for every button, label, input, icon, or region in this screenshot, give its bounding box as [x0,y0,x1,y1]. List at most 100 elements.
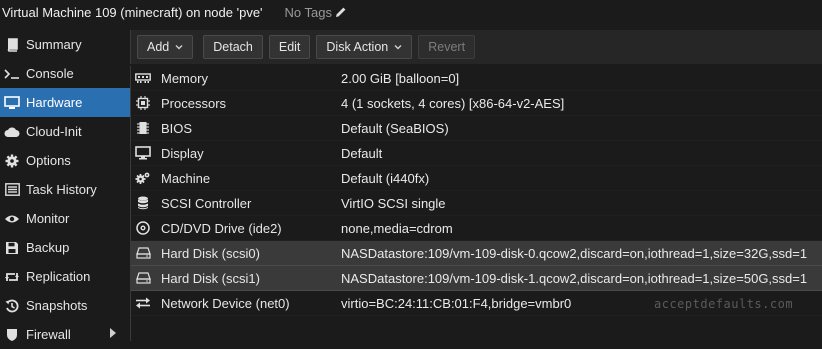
watermark: acceptdefaults.com [654,297,794,311]
row-name: Hard Disk (scsi0) [161,245,260,261]
sidebar-item-task-history[interactable]: Task History [0,175,130,204]
hdd-icon [135,270,151,286]
sidebar-item-label: Task History [26,182,97,197]
revert-button-label: Revert [428,40,466,54]
row-name-cell: SCSI Controller [131,195,341,211]
detach-button-label: Detach [213,40,253,54]
sidebar-item-snapshots[interactable]: Snapshots [0,291,130,320]
memory-icon [135,70,151,86]
row-name: SCSI Controller [161,195,252,211]
cloud-icon [4,124,20,140]
title-bar: Virtual Machine 109 (minecraft) on node … [0,0,822,24]
row-name-cell: Hard Disk (scsi0) [131,245,341,261]
desktop-icon [135,145,151,161]
sidebar-item-label: Hardware [26,95,83,110]
history-icon [4,298,20,314]
chevron-down-icon [175,45,183,50]
sidebar-item-replication[interactable]: Replication [0,262,130,291]
row-value: 2.00 GiB [balloon=0] [341,70,460,86]
add-button[interactable]: Add [137,35,194,59]
sidebar-item-summary[interactable]: Summary [0,30,130,59]
row-name: Display [161,145,204,161]
row-value: 4 (1 sockets, 4 cores) [x86-64-v2-AES] [341,95,565,111]
expand-arrow-icon[interactable] [110,328,116,338]
sidebar-item-firewall[interactable]: Firewall [0,320,130,349]
row-name: Machine [161,170,211,186]
row-value: virtio=BC:24:11:CB:01:F4,bridge=vmbr0 [341,295,572,311]
hardware-row-cdrom[interactable]: CD/DVD Drive (ide2) none,media=cdrom [131,216,822,241]
row-value: Default (SeaBIOS) [341,120,449,136]
hardware-row-hard-disk-scsi0[interactable]: Hard Disk (scsi0) NASDatastore:109/vm-10… [131,241,822,266]
sidebar-item-label: Snapshots [26,298,88,313]
eye-icon [4,211,20,227]
row-name: Hard Disk (scsi1) [161,270,260,286]
sidebar-item-options[interactable]: Options [0,146,130,175]
row-name: Memory [161,70,208,86]
cpu-icon [135,95,151,111]
sidebar-item-backup[interactable]: Backup [0,233,130,262]
database-icon [135,195,151,211]
disk-action-button[interactable]: Disk Action [316,35,413,59]
gear-icon [4,153,20,169]
hardware-row-hard-disk-scsi1[interactable]: Hard Disk (scsi1) NASDatastore:109/vm-10… [131,266,822,291]
hardware-row-bios[interactable]: BIOS Default (SeaBIOS) [131,116,822,141]
revert-button[interactable]: Revert [418,35,476,59]
disk-action-button-label: Disk Action [326,40,389,54]
sidebar-item-cloud-init[interactable]: Cloud-Init [0,117,130,146]
row-name: Network Device (net0) [161,295,290,311]
hardware-row-processors[interactable]: Processors 4 (1 sockets, 4 cores) [x86-6… [131,91,822,116]
row-value: VirtIO SCSI single [341,195,446,211]
sidebar-item-label: Summary [26,37,82,52]
sidebar-item-console[interactable]: Console [0,59,130,88]
hardware-row-machine[interactable]: Machine Default (i440fx) [131,166,822,191]
row-name-cell: Display [131,145,341,161]
row-name-cell: BIOS [131,120,341,136]
terminal-icon [4,66,20,82]
hdd-icon [135,245,151,261]
row-name: Processors [161,95,227,111]
sidebar-item-label: Backup [26,240,70,255]
floppy-icon [4,240,20,256]
row-value: Default [341,145,383,161]
shield-icon [4,327,20,343]
page-title: Virtual Machine 109 (minecraft) on node … [2,4,263,20]
row-name-cell: Network Device (net0) [131,295,341,311]
row-name-cell: Hard Disk (scsi1) [131,270,341,286]
detach-button[interactable]: Detach [203,35,263,59]
edit-button-label: Edit [278,40,301,54]
sidebar-item-label: Monitor [26,211,70,226]
row-name-cell: Processors [131,95,341,111]
tags-area[interactable]: No Tags [285,5,347,20]
exchange-icon [135,295,151,311]
sidebar-item-label: Options [26,153,71,168]
row-name-cell: Machine [131,170,341,186]
sidebar-item-monitor[interactable]: Monitor [0,204,130,233]
sidebar-item-label: Firewall [26,327,71,342]
toolbar: Add Detach Edit Disk Action Revert [130,30,822,64]
sidebar-item-label: Replication [26,269,91,284]
pencil-icon[interactable] [335,6,347,18]
edit-button[interactable]: Edit [268,35,311,59]
row-name-cell: CD/DVD Drive (ide2) [131,220,341,236]
sidebar: Summary Console Hardware Cloud-Init Opti… [0,30,130,342]
row-value: Default (i440fx) [341,170,430,186]
row-name-cell: Memory [131,70,341,86]
row-name: CD/DVD Drive (ide2) [161,220,282,236]
hardware-row-memory[interactable]: Memory 2.00 GiB [balloon=0] [131,66,822,91]
row-value: NASDatastore:109/vm-109-disk-1.qcow2,dis… [341,270,808,286]
cogs-icon [135,170,151,186]
tags-label: No Tags [284,4,333,20]
chevron-down-icon [394,45,402,50]
list-icon [4,182,20,198]
sidebar-item-label: Console [26,66,74,81]
sidebar-item-label: Cloud-Init [26,124,82,139]
add-button-label: Add [147,40,170,54]
monitor-icon [4,95,20,111]
row-value: none,media=cdrom [341,220,453,236]
sidebar-item-hardware[interactable]: Hardware [0,88,130,117]
cdrom-icon [135,220,151,236]
hardware-row-scsi-controller[interactable]: SCSI Controller VirtIO SCSI single [131,191,822,216]
book-icon [4,37,20,53]
hardware-row-display[interactable]: Display Default [131,141,822,166]
microchip-icon [135,120,151,136]
